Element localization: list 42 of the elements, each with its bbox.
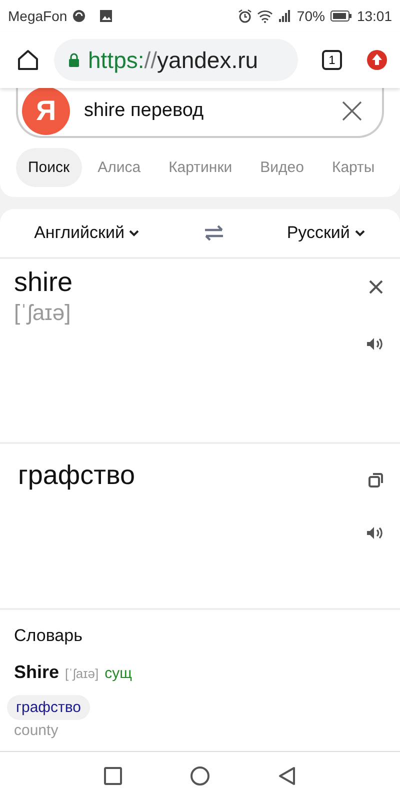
search-tab[interactable]: Поиск — [16, 148, 82, 187]
signal-icon — [278, 9, 292, 23]
translation-text: графство — [17, 460, 136, 491]
headword: Shire — [14, 662, 60, 683]
image-icon — [99, 9, 114, 23]
transcription: [ˈʃaɪə] — [14, 300, 72, 326]
tab-count-button[interactable]: 1 — [322, 50, 342, 70]
recents-icon[interactable] — [103, 766, 124, 786]
source-text: shire — [14, 267, 74, 298]
close-icon[interactable] — [368, 279, 384, 295]
home-icon[interactable] — [190, 766, 210, 786]
clear-icon[interactable] — [340, 99, 364, 123]
url-text: https://yandex.ru — [88, 46, 258, 74]
clock: 13:01 — [356, 8, 392, 24]
speaker-icon[interactable] — [366, 526, 384, 540]
source-language-button[interactable]: Английский — [28, 222, 146, 244]
alarm-icon — [238, 9, 252, 23]
lock-icon — [68, 53, 80, 67]
speaker-icon[interactable] — [366, 337, 384, 351]
chevron-icon — [128, 229, 140, 237]
carrier-name: MegaFon — [8, 8, 68, 24]
target-language-button[interactable]: Русский — [280, 222, 372, 244]
translation-chip[interactable]: графство — [7, 695, 90, 720]
search-tab[interactable]: Карты — [320, 148, 387, 187]
address-bar[interactable]: https://yandex.ru — [54, 39, 298, 81]
synonym-text: county — [14, 722, 60, 739]
battery-percent: 70% — [296, 8, 325, 24]
update-icon[interactable] — [366, 49, 388, 71]
search-field[interactable]: Я shire перевод — [16, 88, 384, 138]
wifi-icon — [256, 9, 273, 23]
copy-icon[interactable] — [368, 472, 384, 488]
swap-icon[interactable] — [202, 224, 225, 242]
transcription: [ˈʃaɪə] — [65, 666, 99, 681]
back-icon[interactable] — [276, 766, 297, 786]
chevron-icon — [354, 229, 366, 237]
battery-icon — [330, 10, 352, 22]
search-tab[interactable]: Видео — [248, 148, 316, 187]
search-tab[interactable]: Алиса — [86, 148, 153, 187]
home-icon[interactable] — [16, 48, 40, 72]
dictionary-title: Словарь — [14, 626, 84, 646]
search-tab[interactable]: Картинки — [156, 148, 244, 187]
part-of-speech: сущ — [104, 665, 132, 682]
